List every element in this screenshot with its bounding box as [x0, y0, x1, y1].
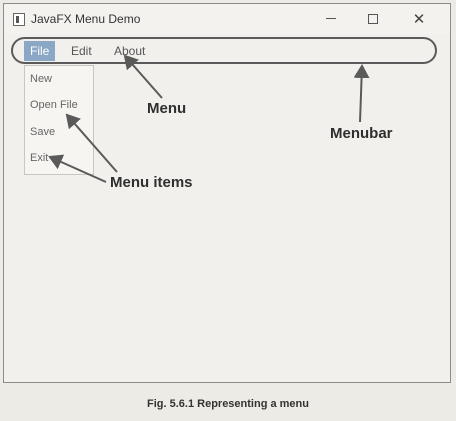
callout-menubar: Menubar — [330, 125, 393, 142]
callout-menu-items: Menu items — [110, 174, 193, 191]
figure-caption: Fig. 5.6.1 Representing a menu — [147, 398, 309, 410]
menu-items-arrow-lower — [48, 154, 107, 183]
menu-arrow — [123, 54, 163, 99]
menubar-arrow — [353, 64, 370, 123]
annotation-arrows — [48, 54, 370, 183]
menu-items-arrow-upper — [65, 113, 118, 173]
callout-menu: Menu — [147, 100, 187, 117]
